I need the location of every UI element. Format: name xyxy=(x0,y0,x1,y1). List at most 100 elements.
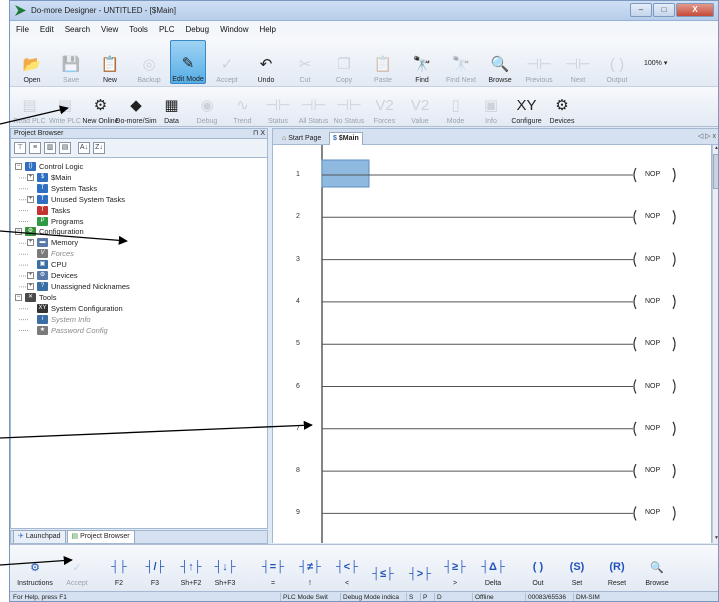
menu-help[interactable]: Help xyxy=(260,25,276,34)
info-button[interactable]: ▣ Info xyxy=(474,89,509,125)
open-button[interactable]: 📂 Open xyxy=(14,40,50,84)
mode-button[interactable]: ▯ Mode xyxy=(438,89,473,125)
details-view-icon[interactable]: ▤ xyxy=(59,142,71,154)
title-bar[interactable]: Do-more Designer - UNTITLED - [$Main] – … xyxy=(10,1,718,21)
nop-instruction[interactable]: NOP xyxy=(645,340,660,347)
maximize-button[interactable]: □ xyxy=(653,3,675,17)
nop-instruction[interactable]: NOP xyxy=(645,298,660,305)
nop-instruction[interactable]: NOP xyxy=(645,425,660,432)
compare-less-equal-button[interactable]: ┤≤├ xyxy=(366,549,400,587)
sh-f3-button[interactable]: ┤↓├ Sh+F3 xyxy=(208,549,242,587)
menu-debug[interactable]: Debug xyxy=(186,25,210,34)
collapse-icon[interactable]: − xyxy=(15,163,22,170)
nop-instruction[interactable]: NOP xyxy=(645,171,660,178)
new-online-button[interactable]: ⚙ New Online xyxy=(82,89,118,125)
undo-button[interactable]: ↶ Undo xyxy=(248,40,284,84)
tree-item-system-info[interactable]: i System Info xyxy=(27,314,91,324)
filter-icon[interactable]: ⊤ xyxy=(14,142,26,154)
accept-button[interactable]: ✓ Accept xyxy=(60,549,94,588)
f3-button[interactable]: ┤/├ F3 xyxy=(138,549,172,587)
accept-button[interactable]: ✓ Accept xyxy=(209,40,245,84)
sort-alpha-icon[interactable]: A↓ xyxy=(78,142,90,154)
nop-instruction[interactable]: NOP xyxy=(645,509,660,516)
tab-main[interactable]: $ $Main xyxy=(329,132,363,145)
tab-start-page[interactable]: ⌂ Start Page xyxy=(279,132,324,145)
menu-plc[interactable]: PLC xyxy=(159,25,175,34)
expand-icon[interactable]: + xyxy=(27,195,34,203)
collapse-icon[interactable]: − xyxy=(15,228,22,236)
scroll-thumb[interactable] xyxy=(713,154,718,189)
scroll-up-icon[interactable]: ▲ xyxy=(713,145,718,153)
tree-view-icon[interactable]: ▥ xyxy=(44,142,56,154)
ladder-editor[interactable]: 1 NOP 2 NOP 3 NOP 4 NOP 5 NOP 6 NOP 7 NOP 8 NOP 9 NOP xyxy=(272,145,712,543)
previous-button[interactable]: ⊣⊢ Previous xyxy=(521,40,557,84)
nop-instruction[interactable]: NOP xyxy=(645,383,660,390)
f2-button[interactable]: ┤├ F2 xyxy=(102,549,136,587)
close-button[interactable]: X xyxy=(676,3,714,17)
value-button[interactable]: V2 Value xyxy=(403,89,438,126)
sort-type-icon[interactable]: Z↓ xyxy=(93,142,105,154)
tab-navigation[interactable]: ◁ ▷ x xyxy=(698,132,716,140)
compare-greater-button[interactable]: ┤>├ xyxy=(403,549,437,587)
copy-button[interactable]: ❐ Copy xyxy=(326,40,362,84)
output-button[interactable]: ( ) Output xyxy=(599,40,635,85)
tree-item-unused-system-tasks[interactable]: + T Unused System Tasks xyxy=(27,194,125,204)
do-more-sim-button[interactable]: ◆ Do-more/Sim xyxy=(115,89,156,125)
reset-button[interactable]: (R) Reset xyxy=(600,549,634,587)
nop-instruction[interactable]: NOP xyxy=(645,256,660,263)
tree-item-tools[interactable]: − ✕ Tools xyxy=(15,292,57,302)
ladder-vertical-scrollbar[interactable]: ▲ ▼ xyxy=(712,145,718,543)
new-button[interactable]: 📋 New xyxy=(92,40,128,84)
tree-item-cpu[interactable]: ▣ CPU xyxy=(27,260,67,270)
set-button[interactable]: (S) Set xyxy=(560,549,594,587)
instructions-button[interactable]: ⚙ Instructions xyxy=(13,549,57,588)
expand-icon[interactable]: + xyxy=(27,173,34,181)
zoom-select[interactable]: 100% ▾ xyxy=(644,59,667,68)
status-button[interactable]: ⊣⊢ Status xyxy=(261,89,296,125)
tree-item-memory[interactable]: + ▬ Memory xyxy=(27,238,78,248)
next-button[interactable]: ⊣⊢ Next xyxy=(560,40,596,84)
write-plc-button[interactable]: ▤ Write PLC xyxy=(48,89,83,125)
compare-not-equal-button[interactable]: ┤≠├! xyxy=(293,549,327,587)
tab-launchpad[interactable]: ✈ Launchpad xyxy=(13,530,66,543)
compare-less-button[interactable]: ┤<├ < xyxy=(330,549,364,587)
delta-button[interactable]: ┤Δ├ Delta xyxy=(476,549,510,587)
menu-view[interactable]: View xyxy=(101,25,118,34)
nop-instruction[interactable]: NOP xyxy=(645,467,660,474)
menu-edit[interactable]: Edit xyxy=(40,25,54,34)
out-button[interactable]: ( ) Out xyxy=(521,549,555,587)
tree-item-tasks[interactable]: T Tasks xyxy=(27,205,70,215)
panel-pin-close[interactable]: ⊓ X xyxy=(253,129,265,138)
debug-button[interactable]: ◉ Debug xyxy=(190,89,225,125)
nop-instruction[interactable]: NOP xyxy=(645,213,660,220)
compare-equal-button[interactable]: ┤=├ = xyxy=(256,549,290,587)
configure-button[interactable]: XY Configure xyxy=(509,89,544,126)
trend-button[interactable]: ∿ Trend xyxy=(225,89,260,125)
tree-item-system-tasks[interactable]: T System Tasks xyxy=(27,183,97,193)
tree-item-control-logic[interactable]: −() Control Logic xyxy=(15,162,83,171)
find-button[interactable]: 🔭 Find xyxy=(404,40,440,84)
edit-mode-button[interactable]: ✎ Edit Mode xyxy=(170,40,206,84)
menu-search[interactable]: Search xyxy=(65,25,90,34)
expand-icon[interactable]: + xyxy=(27,282,34,290)
tree-item-system-configuration[interactable]: XY System Configuration xyxy=(27,303,123,313)
minimize-button[interactable]: – xyxy=(630,3,652,17)
compare-greater-equal-button[interactable]: ┤≥├ > xyxy=(438,549,472,587)
read-plc-button[interactable]: ▤ Read PLC xyxy=(12,89,47,125)
paste-button[interactable]: 📋 Paste xyxy=(365,40,401,84)
tree-item-devices[interactable]: + ⚙ Devices xyxy=(27,271,78,280)
menu-file[interactable]: File xyxy=(16,25,29,34)
tree-item-programs[interactable]: P Programs xyxy=(27,216,84,226)
devices-button[interactable]: ⚙ Devices xyxy=(545,89,580,125)
tab-project-browser[interactable]: ▤ Project Browser xyxy=(66,530,135,543)
find-next-button[interactable]: 🔭 Find Next xyxy=(443,40,479,84)
browse-button[interactable]: 🔍 Browse xyxy=(640,549,674,588)
menu-tools[interactable]: Tools xyxy=(129,25,148,34)
all-status-button[interactable]: ⊣⊢ All Status xyxy=(296,89,331,125)
tree-item-unassigned-nicknames[interactable]: +? Unassigned Nicknames xyxy=(27,281,130,291)
expand-icon[interactable]: + xyxy=(27,239,34,247)
sh-f2-button[interactable]: ┤↑├ Sh+F2 xyxy=(174,549,208,587)
expand-icon[interactable]: + xyxy=(27,272,34,279)
forces-button[interactable]: V2 Forces xyxy=(367,89,402,126)
scroll-down-icon[interactable]: ▼ xyxy=(713,535,718,543)
